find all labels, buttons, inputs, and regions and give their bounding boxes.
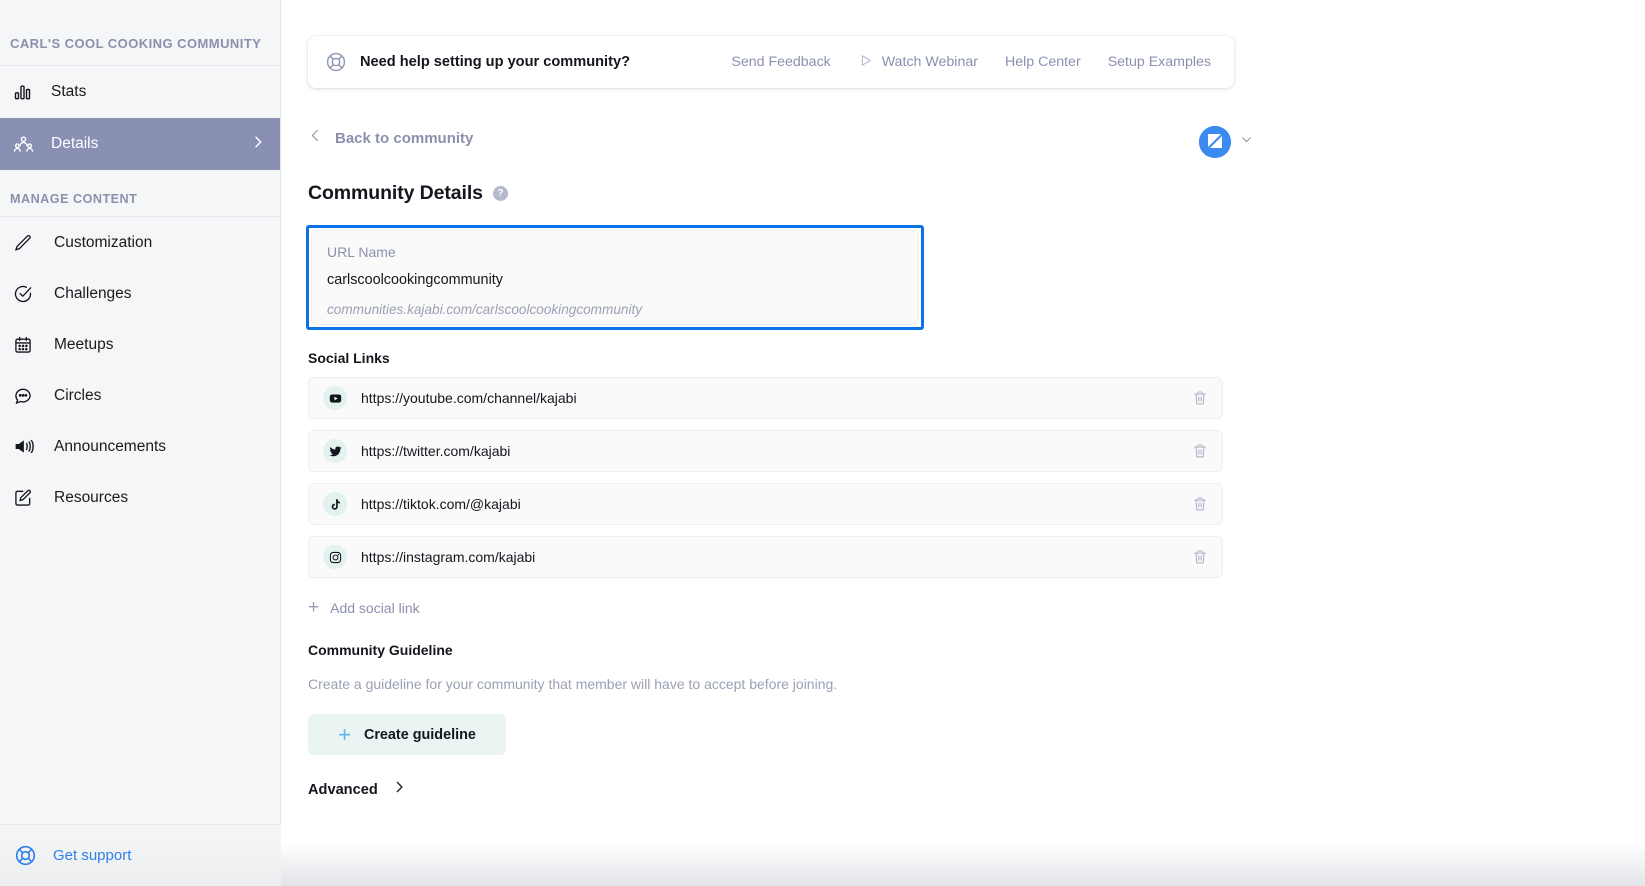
lifebuoy-icon (325, 51, 347, 73)
url-name-label: URL Name (327, 244, 396, 260)
trash-icon[interactable] (1192, 496, 1208, 512)
calendar-icon (10, 334, 36, 356)
kajabi-logo-icon (1199, 126, 1231, 158)
sidebar-item-challenges[interactable]: Challenges (0, 268, 280, 319)
sidebar-item-label: Announcements (54, 437, 167, 455)
trash-icon[interactable] (1192, 390, 1208, 406)
back-to-community-button[interactable]: Back to community (308, 128, 473, 148)
people-group-icon (10, 133, 36, 155)
sidebar-item-stats[interactable]: Stats (0, 66, 280, 118)
sidebar-item-label: Circles (54, 386, 102, 404)
sidebar: CARL'S COOL COOKING COMMUNITY Stats Deta… (0, 0, 281, 886)
sidebar-item-details[interactable]: Details (0, 118, 280, 170)
sidebar-manage-content-list: Customization Challenges Meetups Circles… (0, 217, 280, 523)
help-banner: Need help setting up your community? Sen… (308, 36, 1234, 88)
send-feedback-link[interactable]: Send Feedback (731, 54, 830, 70)
help-center-label: Help Center (1004, 54, 1081, 70)
social-link-url: https://instagram.com/kajabi (361, 549, 536, 565)
sidebar-section-label: MANAGE CONTENT (10, 192, 138, 206)
sidebar-item-circles[interactable]: Circles (0, 370, 280, 421)
sidebar-item-label: Details (51, 135, 99, 152)
create-guideline-button[interactable]: + Create guideline (308, 714, 506, 755)
sidebar-item-label: Stats (51, 83, 87, 100)
advanced-section-toggle[interactable]: Advanced (308, 780, 406, 799)
question-mark-icon[interactable]: ? (492, 186, 508, 201)
watch-webinar-label: Watch Webinar (881, 54, 978, 70)
main-content: Need help setting up your community? Sen… (281, 0, 1645, 886)
add-social-link-label: Add social link (330, 599, 420, 616)
send-feedback-label: Send Feedback (731, 54, 831, 70)
social-links-list: https://youtube.com/channel/kajabi https… (308, 377, 1223, 589)
play-triangle-icon (858, 53, 873, 72)
sidebar-item-label: Challenges (54, 284, 132, 302)
chevron-left-icon (308, 128, 323, 148)
url-name-input[interactable]: carlscoolcookingcommunity (327, 272, 903, 288)
sidebar-item-label: Resources (54, 488, 129, 506)
setup-examples-label: Setup Examples (1107, 54, 1211, 70)
sidebar-item-customization[interactable]: Customization (0, 217, 280, 268)
chat-bubble-icon (10, 385, 36, 407)
bar-chart-icon (10, 81, 36, 103)
chevron-right-icon (250, 134, 266, 155)
watch-webinar-link[interactable]: Watch Webinar (858, 53, 978, 72)
account-switcher[interactable] (1199, 126, 1253, 158)
lifebuoy-icon (14, 844, 37, 867)
url-name-field-focus-ring: URL Name carlscoolcookingcommunity commu… (306, 225, 924, 330)
megaphone-icon (10, 436, 36, 458)
get-support-label: Get support (53, 847, 132, 864)
youtube-icon (323, 386, 347, 410)
help-center-link[interactable]: Help Center (1005, 54, 1081, 70)
page-title: Community Details ? (308, 182, 508, 205)
social-link-url: https://twitter.com/kajabi (361, 443, 511, 459)
back-to-community-label: Back to community (335, 129, 474, 147)
help-banner-links: Send Feedback Watch Webinar Help Center … (731, 53, 1211, 72)
bottom-scroll-shadow (281, 842, 1645, 886)
url-name-field[interactable]: URL Name carlscoolcookingcommunity commu… (311, 230, 919, 325)
advanced-label: Advanced (308, 781, 378, 798)
plus-icon: + (338, 721, 351, 747)
twitter-icon (323, 439, 347, 463)
page-title-text: Community Details (308, 182, 483, 204)
social-links-heading: Social Links (308, 350, 390, 366)
create-guideline-label: Create guideline (363, 726, 476, 743)
social-link-url: https://youtube.com/channel/kajabi (361, 390, 577, 406)
community-brand-title: CARL'S COOL COOKING COMMUNITY (10, 36, 262, 51)
pencil-icon (10, 232, 36, 254)
check-circle-icon (10, 283, 36, 305)
trash-icon[interactable] (1192, 549, 1208, 565)
edit-document-icon (10, 487, 36, 509)
trash-icon[interactable] (1192, 443, 1208, 459)
sidebar-item-label: Meetups (54, 335, 114, 353)
tiktok-icon (323, 492, 347, 516)
sidebar-item-label: Customization (54, 233, 153, 251)
app-root: CARL'S COOL COOKING COMMUNITY Stats Deta… (0, 0, 1645, 886)
sidebar-item-announcements[interactable]: Announcements (0, 421, 280, 472)
instagram-icon (323, 545, 347, 569)
social-link-url: https://tiktok.com/@kajabi (361, 496, 521, 512)
add-social-link-button[interactable]: + Add social link (308, 598, 420, 617)
url-name-preview: communities.kajabi.com/carlscoolcookingc… (327, 302, 643, 317)
social-link-row-youtube[interactable]: https://youtube.com/channel/kajabi (308, 377, 1223, 419)
setup-examples-link[interactable]: Setup Examples (1108, 54, 1211, 70)
community-guideline-description: Create a guideline for your community th… (308, 676, 838, 692)
social-link-row-tiktok[interactable]: https://tiktok.com/@kajabi (308, 483, 1223, 525)
social-link-row-instagram[interactable]: https://instagram.com/kajabi (308, 536, 1223, 578)
sidebar-item-resources[interactable]: Resources (0, 472, 280, 523)
sidebar-item-meetups[interactable]: Meetups (0, 319, 280, 370)
help-banner-title: Need help setting up your community? (360, 54, 631, 70)
plus-icon: + (308, 597, 320, 618)
social-link-row-twitter[interactable]: https://twitter.com/kajabi (308, 430, 1223, 472)
chevron-down-icon (1240, 133, 1253, 151)
chevron-right-icon (392, 780, 406, 799)
community-guideline-heading: Community Guideline (308, 642, 453, 658)
get-support-button[interactable]: Get support (0, 824, 281, 886)
